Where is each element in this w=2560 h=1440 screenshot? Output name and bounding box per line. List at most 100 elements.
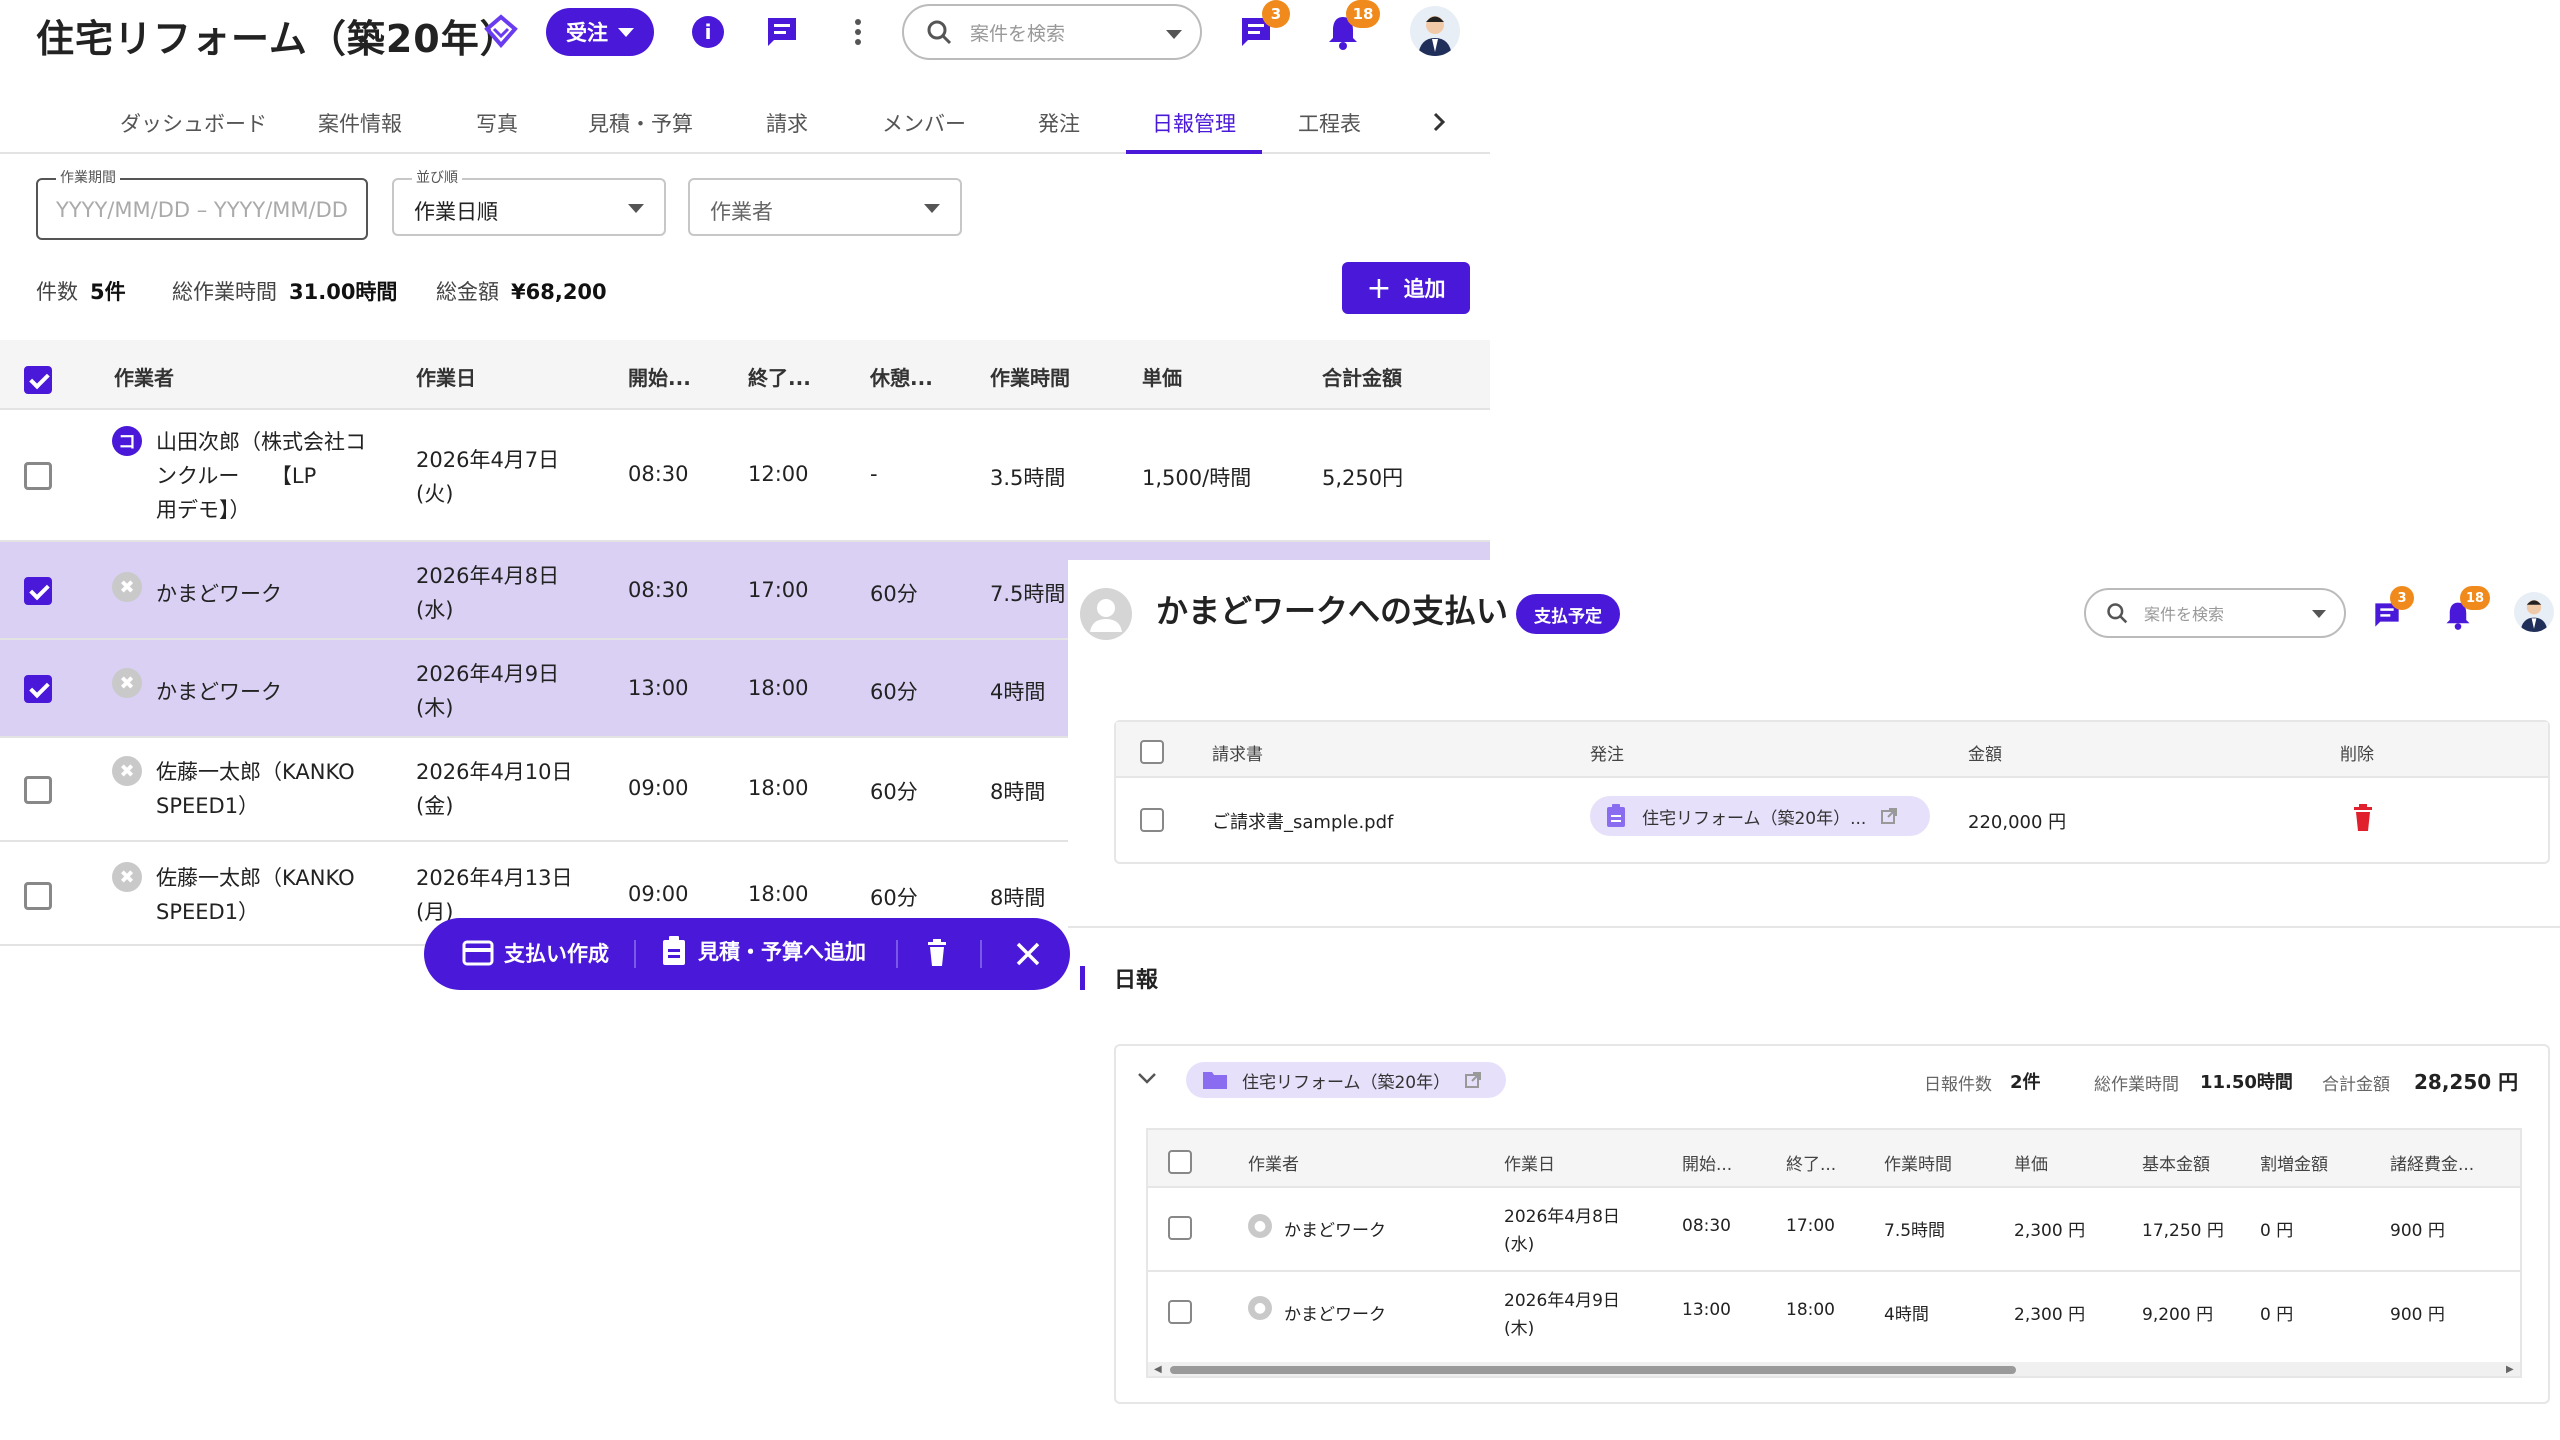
col-worker[interactable]: 作業者 — [114, 362, 174, 391]
col-amount: 金額 — [1968, 745, 2002, 765]
extra-amount: 0 円 — [2260, 1305, 2294, 1325]
horizontal-scrollbar[interactable]: ◀ ▶ — [1148, 1362, 2520, 1376]
more-vertical-icon[interactable] — [848, 16, 868, 48]
notifications-badge: 18 — [2460, 586, 2490, 610]
col-order: 発注 — [1590, 745, 1624, 765]
invoice-row-checkbox[interactable] — [1140, 808, 1164, 832]
col-hours[interactable]: 作業時間 — [990, 362, 1070, 391]
add-button-label: 追加 — [1403, 277, 1446, 301]
person-icon — [1080, 588, 1132, 640]
tab-daily-reports[interactable]: 日報管理 — [1152, 108, 1236, 138]
trash-icon[interactable] — [926, 938, 948, 968]
divider — [896, 940, 898, 968]
chat-icon[interactable] — [764, 14, 800, 50]
user-avatar[interactable] — [2514, 592, 2554, 632]
diamond-icon[interactable] — [484, 14, 518, 48]
tab-members[interactable]: メンバー — [882, 108, 966, 138]
sort-select[interactable]: 並び順 作業日順 — [392, 167, 666, 236]
work-weekday: (水) — [416, 598, 454, 622]
status-label: 受注 — [566, 21, 608, 45]
misc-amount: 900 円 — [2390, 1221, 2445, 1241]
worker-name: 用デモ】） — [156, 498, 251, 522]
worker-name: SPEED1） — [156, 794, 260, 818]
status-dropdown[interactable]: 受注 — [546, 8, 654, 56]
work-hours: 8時間 — [990, 780, 1046, 804]
daily-row[interactable]: ● かまどワーク 2026年4月9日 (木) 13:00 18:00 4時間 2… — [1148, 1272, 2520, 1356]
invoice-card: 請求書 発注 金額 削除 ご請求書_sample.pdf 住宅リフォーム（築20… — [1114, 720, 2550, 864]
create-payment-button[interactable]: 支払い作成 — [462, 938, 609, 968]
close-icon[interactable] — [1014, 940, 1042, 968]
select-all-checkbox[interactable] — [24, 366, 52, 394]
order-chip[interactable]: 住宅リフォーム（築20年）... — [1590, 796, 1930, 836]
row-checkbox[interactable] — [24, 776, 52, 804]
clipboard-icon — [663, 936, 685, 965]
chevron-right-icon[interactable] — [1430, 110, 1448, 134]
invoice-header — [1116, 722, 2548, 778]
misc-amount: 900 円 — [2390, 1305, 2445, 1325]
row-checkbox[interactable] — [24, 882, 52, 910]
search-input[interactable]: 案件を検索 — [902, 4, 1202, 60]
open-external-icon — [1465, 1072, 1482, 1088]
add-to-estimate-button[interactable]: 見積・予算へ追加 — [662, 936, 866, 966]
active-tab-indicator — [1126, 150, 1262, 154]
start-time: 08:30 — [628, 578, 689, 602]
scroll-right-icon[interactable]: ▶ — [2506, 1364, 2514, 1375]
chevron-down-icon — [628, 204, 644, 213]
tab-photos[interactable]: 写真 — [476, 108, 518, 138]
col-start[interactable]: 開始... — [628, 362, 691, 391]
payment-search-input[interactable]: 案件を検索 — [2084, 588, 2346, 638]
info-icon[interactable]: i — [692, 16, 724, 48]
col-total[interactable]: 合計金額 — [1322, 362, 1402, 391]
table-row[interactable]: コ 山田次郎（株式会社コ ンクルー 【LP 用デモ】） 2026年4月7日 (火… — [0, 410, 1490, 542]
project-chip[interactable]: 住宅リフォーム（築20年） — [1186, 1062, 1506, 1098]
worker-select[interactable]: 作業者 — [688, 178, 962, 236]
open-external-icon — [1881, 808, 1898, 824]
col-end[interactable]: 終了... — [748, 362, 811, 391]
tools-icon: ✖ — [112, 572, 142, 602]
invoice-file-link[interactable]: ご請求書_sample.pdf — [1212, 808, 1393, 834]
divider — [634, 940, 636, 968]
tab-billing[interactable]: 請求 — [766, 108, 808, 138]
order-chip-label: 住宅リフォーム（築20年）... — [1642, 808, 1867, 829]
tab-estimate[interactable]: 見積・予算 — [588, 108, 693, 138]
rest-time: 60分 — [870, 582, 918, 606]
tab-schedule[interactable]: 工程表 — [1298, 108, 1361, 138]
period-field[interactable]: 作業期間 YYYY/MM/DD – YYYY/MM/DD — [36, 167, 368, 240]
col-rest[interactable]: 休憩... — [870, 362, 933, 391]
payment-panel: かまどワークへの支払い 支払予定 案件を検索 3 18 請求書 発注 金額 削除… — [1068, 560, 2560, 1440]
tab-project-info[interactable]: 案件情報 — [318, 108, 402, 138]
tab-dashboard[interactable]: ダッシュボード — [120, 108, 267, 138]
end-time: 18:00 — [748, 676, 809, 700]
chevron-down-icon — [1166, 30, 1182, 39]
scroll-left-icon[interactable]: ◀ — [1154, 1364, 1162, 1375]
clipboard-icon — [1607, 804, 1625, 827]
section-accent-bar — [1080, 966, 1085, 990]
col-extra: 割増金額 — [2260, 1155, 2328, 1175]
col-invoice: 請求書 — [1212, 745, 1263, 765]
person-icon: ● — [1248, 1296, 1272, 1320]
rest-time: 60分 — [870, 680, 918, 704]
start-time: 09:00 — [628, 882, 689, 906]
scrollbar-thumb[interactable] — [1170, 1366, 2016, 1374]
daily-row-checkbox[interactable] — [1168, 1300, 1192, 1324]
sort-value: 作業日順 — [414, 200, 498, 224]
daily-select-all[interactable] — [1168, 1150, 1192, 1174]
col-rate[interactable]: 単価 — [1142, 362, 1182, 391]
daily-row[interactable]: ● かまどワーク 2026年4月8日 (水) 08:30 17:00 7.5時間… — [1148, 1188, 2520, 1272]
invoice-select-all[interactable] — [1140, 740, 1164, 764]
search-placeholder: 案件を検索 — [2144, 605, 2225, 624]
chevron-down-icon — [618, 27, 634, 37]
trash-icon[interactable] — [2352, 804, 2374, 832]
col-date[interactable]: 作業日 — [416, 362, 476, 391]
work-hours: 4時間 — [1884, 1305, 1929, 1325]
add-button[interactable]: + 追加 — [1342, 262, 1470, 314]
chevron-down-icon[interactable] — [1136, 1070, 1158, 1086]
work-hours: 8時間 — [990, 886, 1046, 910]
row-checkbox[interactable] — [24, 675, 52, 703]
daily-row-checkbox[interactable] — [1168, 1216, 1192, 1240]
messages-badge: 3 — [2390, 586, 2414, 610]
row-checkbox[interactable] — [24, 462, 52, 490]
user-avatar[interactable] — [1410, 6, 1460, 56]
row-checkbox[interactable] — [24, 577, 52, 605]
tab-orders[interactable]: 発注 — [1038, 108, 1080, 138]
